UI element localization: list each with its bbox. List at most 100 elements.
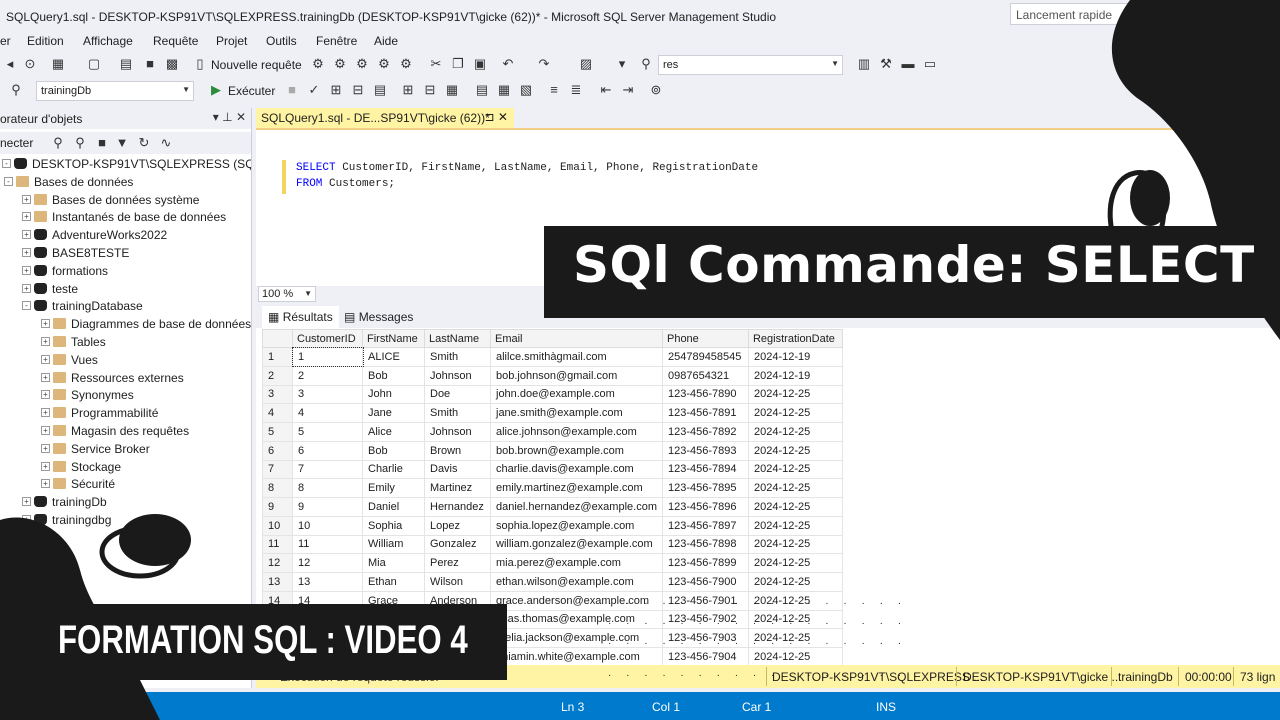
table-row[interactable]: 5 5 Alice Johnson alice.johnson@example.com 1…: [262, 422, 843, 442]
tree-node[interactable]: + Programmabilité: [0, 405, 251, 423]
table-cell[interactable]: 2024-12-19: [747, 347, 843, 367]
table-cell[interactable]: Johnson: [424, 365, 491, 386]
table-cell[interactable]: john.doe@example.com: [490, 384, 663, 405]
table-cell[interactable]: 2024-12-25: [747, 440, 843, 461]
analysis-query-icon[interactable]: ⚙: [398, 56, 414, 72]
expand-icon[interactable]: +: [41, 336, 50, 346]
tree-node[interactable]: + BASE8TESTE: [0, 245, 251, 263]
row-number[interactable]: 8: [262, 478, 293, 498]
table-cell[interactable]: 254789458545: [661, 347, 749, 367]
menu-edit[interactable]: Edition: [27, 34, 64, 48]
toolbox-icon[interactable]: ▬: [900, 56, 916, 72]
expand-icon[interactable]: +: [41, 372, 50, 382]
table-cell[interactable]: 2: [292, 365, 363, 386]
actual-plan-icon[interactable]: ⊞: [400, 82, 416, 98]
tree-node[interactable]: + AdventureWorks2022: [0, 227, 251, 245]
tree-node[interactable]: + formations: [0, 263, 251, 281]
decrease-indent-icon[interactable]: ⇤: [598, 82, 614, 98]
specify-values-icon[interactable]: ⊚: [648, 82, 664, 98]
table-cell[interactable]: 2024-12-19: [747, 365, 843, 386]
table-cell[interactable]: bob.johnson@gmail.com: [490, 365, 663, 386]
table-cell[interactable]: emily.martinez@example.com: [490, 478, 663, 498]
estimated-plan-icon[interactable]: ⊞: [328, 82, 344, 98]
row-number[interactable]: 6: [262, 440, 293, 461]
wrench-icon[interactable]: ⚒: [878, 56, 894, 72]
expand-icon[interactable]: +: [41, 479, 50, 489]
menu-help[interactable]: Aide: [374, 34, 398, 48]
filter-icon[interactable]: ▼: [114, 135, 130, 151]
tree-node[interactable]: - trainingDatabase: [0, 298, 251, 316]
save-icon[interactable]: ■: [142, 56, 158, 72]
table-cell[interactable]: 123-456-7890: [661, 384, 749, 405]
table-cell[interactable]: Davis: [424, 459, 491, 480]
expand-icon[interactable]: +: [22, 247, 31, 257]
expand-icon[interactable]: +: [22, 230, 31, 240]
table-cell[interactable]: Ethan: [362, 572, 425, 592]
redo-icon[interactable]: ↷: [536, 56, 552, 72]
table-cell[interactable]: Brown: [424, 440, 491, 461]
activity-monitor-icon[interactable]: ∿: [158, 135, 174, 151]
table-cell[interactable]: Johnson: [424, 422, 491, 442]
client-stats-icon[interactable]: ⊟: [422, 82, 438, 98]
table-cell[interactable]: William: [362, 534, 425, 555]
table-cell[interactable]: 5: [292, 422, 363, 442]
expand-icon[interactable]: +: [22, 265, 31, 275]
table-cell[interactable]: Smith: [424, 403, 491, 423]
tree-node[interactable]: + Tables: [0, 334, 251, 352]
add-item-icon[interactable]: ▢: [86, 56, 102, 72]
table-cell[interactable]: 2024-12-25: [747, 478, 843, 498]
table-cell[interactable]: 2024-12-25: [747, 384, 843, 405]
table-cell[interactable]: 123-456-7899: [661, 553, 749, 573]
increase-indent-icon[interactable]: ⇥: [620, 82, 636, 98]
undo-icon[interactable]: ↶: [500, 56, 516, 72]
new-query-button[interactable]: Nouvelle requête: [211, 58, 302, 72]
table-cell[interactable]: 3: [292, 384, 363, 405]
execute-icon[interactable]: ▶: [208, 82, 224, 98]
expand-icon[interactable]: +: [41, 390, 50, 400]
stop-icon[interactable]: ■: [94, 135, 110, 151]
row-number[interactable]: 5: [262, 422, 293, 442]
uncomment-icon[interactable]: ≣: [568, 82, 584, 98]
table-cell[interactable]: 4: [292, 403, 363, 423]
results-grid-icon[interactable]: ▦: [496, 82, 512, 98]
table-cell[interactable]: 10: [292, 515, 363, 536]
connect-button[interactable]: necter: [0, 136, 33, 150]
table-row[interactable]: 11 11 William Gonzalez william.gonzalez@exam…: [262, 534, 843, 555]
tree-node[interactable]: + Bases de données système: [0, 192, 251, 210]
expand-icon[interactable]: +: [41, 443, 50, 453]
tree-node[interactable]: + Stockage: [0, 459, 251, 477]
table-cell[interactable]: 6: [292, 440, 363, 461]
column-header[interactable]: Phone: [661, 329, 749, 348]
results-to-grid-icon[interactable]: ▤: [372, 82, 388, 98]
table-cell[interactable]: Hernandez: [424, 497, 491, 517]
menu-tools[interactable]: Outils: [266, 34, 297, 48]
collapse-icon[interactable]: -: [2, 159, 11, 168]
copy-icon[interactable]: ❐: [450, 56, 466, 72]
table-cell[interactable]: mia.perez@example.com: [490, 553, 663, 573]
column-header[interactable]: FirstName: [362, 329, 425, 348]
menu-window[interactable]: Fenêtre: [316, 34, 357, 48]
tree-node[interactable]: + Diagrammes de base de données: [0, 316, 251, 334]
expand-icon[interactable]: +: [41, 425, 50, 435]
collapse-icon[interactable]: -: [4, 176, 13, 186]
close-icon[interactable]: ⊐ ✕: [485, 110, 508, 124]
column-header[interactable]: [262, 329, 293, 348]
expand-icon[interactable]: +: [41, 408, 50, 418]
table-cell[interactable]: 2024-12-25: [747, 459, 843, 480]
results-file-icon[interactable]: ▧: [518, 82, 534, 98]
table-cell[interactable]: 123-456-7898: [661, 534, 749, 555]
tree-node[interactable]: + Synonymes: [0, 387, 251, 405]
row-number[interactable]: 12: [262, 553, 293, 573]
table-cell[interactable]: 2024-12-25: [747, 497, 843, 517]
row-number[interactable]: 11: [262, 534, 293, 555]
refresh-icon[interactable]: ↻: [136, 135, 152, 151]
column-header[interactable]: CustomerID: [292, 329, 363, 348]
menu-view[interactable]: Affichage: [83, 34, 133, 48]
tree-node[interactable]: + Magasin des requêtes: [0, 423, 251, 441]
table-cell[interactable]: Wilson: [424, 572, 491, 592]
table-cell[interactable]: william.gonzalez@example.com: [490, 534, 663, 555]
table-cell[interactable]: Emily: [362, 478, 425, 498]
database-combo[interactable]: trainingDb ▼: [36, 81, 194, 101]
table-cell[interactable]: 2024-12-25: [747, 553, 843, 573]
table-cell[interactable]: ALICE: [362, 347, 425, 367]
